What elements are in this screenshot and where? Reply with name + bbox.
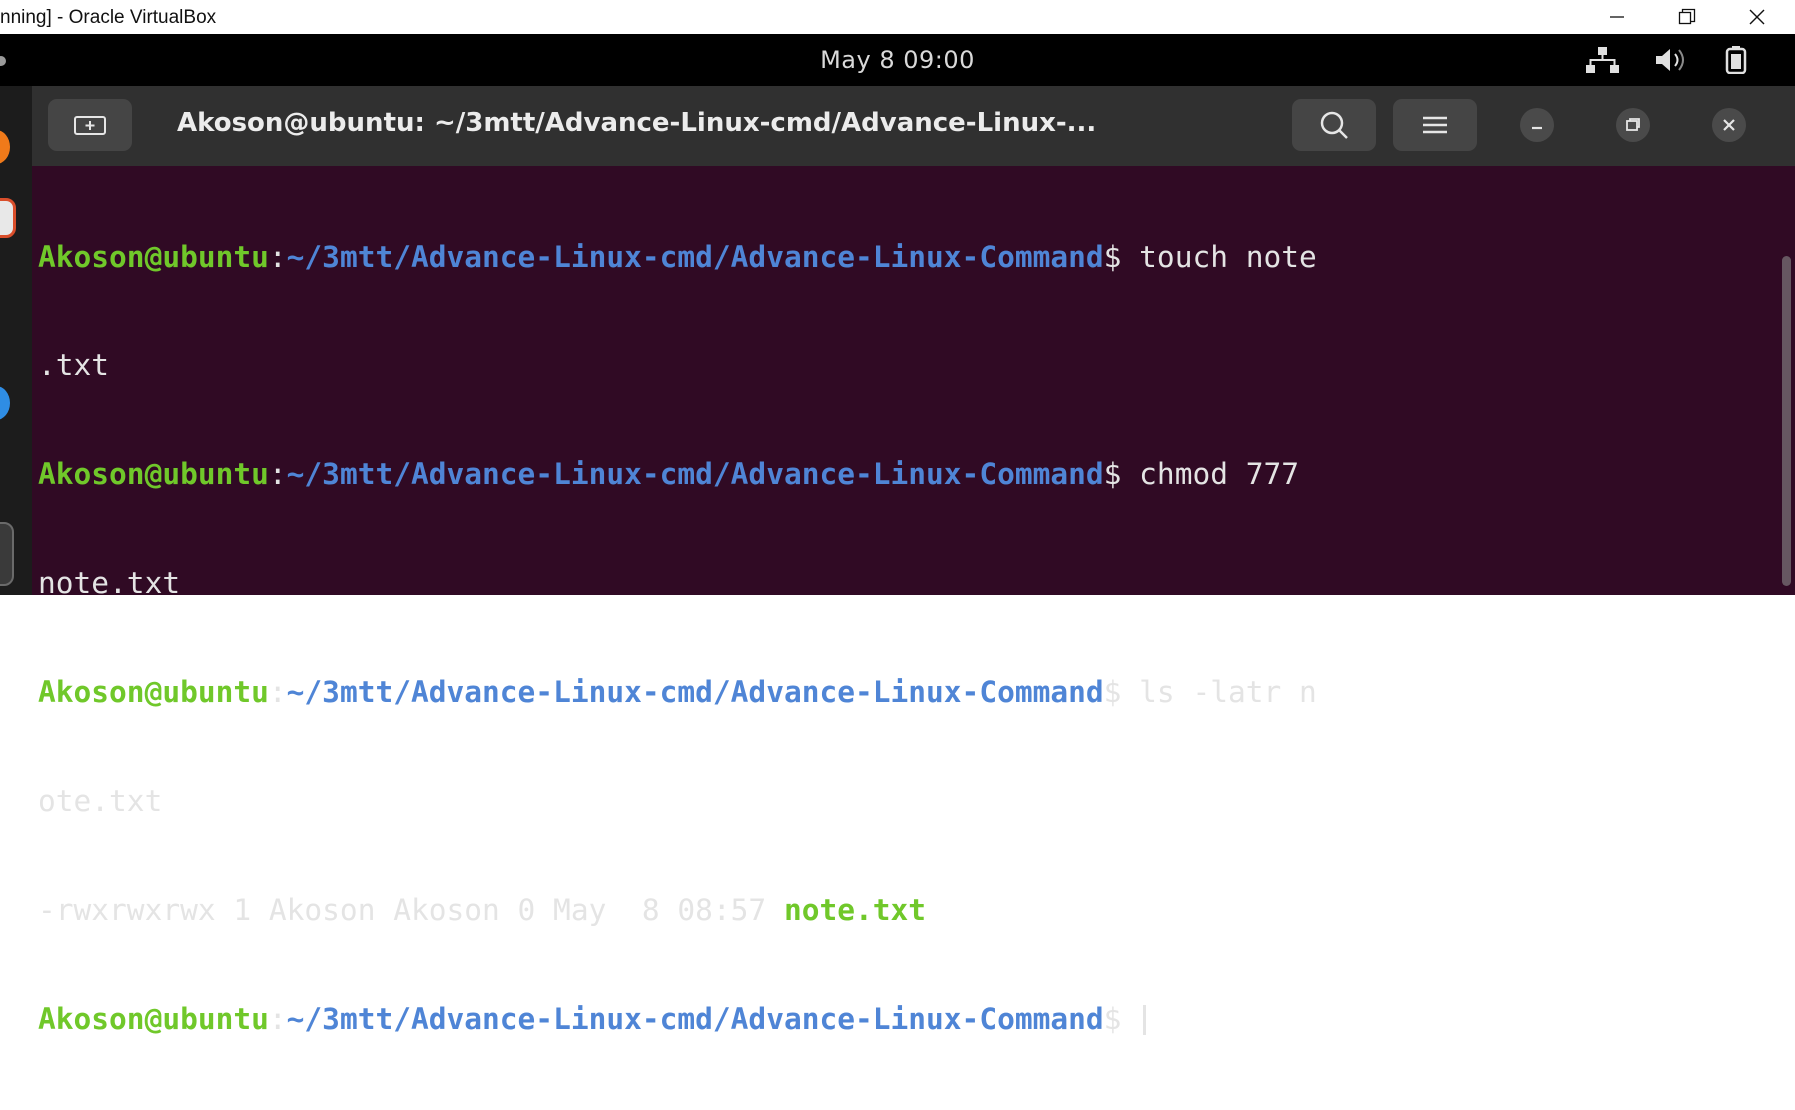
prompt-colon: : (268, 457, 287, 492)
prompt-colon: : (268, 1001, 287, 1036)
network-icon[interactable] (1583, 46, 1621, 74)
prompt-path: ~/3mtt/Advance-Linux-cmd/Advance-Linux-C… (286, 675, 1104, 710)
minimize-icon[interactable] (1520, 108, 1554, 142)
close-icon[interactable] (1712, 108, 1746, 142)
command-text (1121, 1002, 1139, 1036)
file-name: note.txt (783, 892, 927, 927)
restore-icon[interactable] (1659, 0, 1715, 34)
prompt-user: Akoson@ubuntu (38, 457, 269, 492)
prompt-path: ~/3mtt/Advance-Linux-cmd/Advance-Linux-C… (286, 239, 1104, 274)
search-icon[interactable] (1292, 99, 1376, 151)
prompt-path: ~/3mtt/Advance-Linux-cmd/Advance-Linux-C… (286, 457, 1104, 492)
scrollbar[interactable] (1782, 256, 1791, 586)
terminal-line: ote.txt (38, 783, 1778, 819)
new-tab-icon[interactable] (48, 99, 132, 151)
output-text: -rwxrwxrwx 1 Akoson Akoson 0 May 8 08:57 (38, 892, 784, 927)
prompt-colon: : (268, 239, 287, 274)
terminal-output[interactable]: Akoson@ubuntu:~/3mtt/Advance-Linux-cmd/A… (32, 166, 1795, 1036)
close-icon[interactable] (1729, 0, 1785, 34)
command-text: ls -latr n (1121, 675, 1317, 710)
output-text: ote.txt (38, 784, 163, 819)
volume-icon[interactable] (1653, 46, 1691, 74)
prompt-dollar: $ (1103, 675, 1122, 710)
terminal-window: Akoson@ubuntu: ~/3mtt/Advance-Linux-cmd/… (32, 86, 1795, 1036)
host-window-title: nning] - Oracle VirtualBox (0, 7, 217, 28)
output-text: .txt (38, 348, 110, 383)
terminal-line: Akoson@ubuntu:~/3mtt/Advance-Linux-cmd/A… (38, 239, 1778, 275)
hamburger-menu-icon[interactable] (1393, 99, 1477, 151)
maximize-icon[interactable] (1616, 108, 1650, 142)
terminal-line: .txt (38, 347, 1778, 383)
terminal-line: note.txt (38, 565, 1778, 601)
terminal-line: Akoson@ubuntu:~/3mtt/Advance-Linux-cmd/A… (38, 674, 1778, 710)
prompt-colon: : (268, 675, 287, 710)
terminal-title: Akoson@ubuntu: ~/3mtt/Advance-Linux-cmd/… (177, 108, 1097, 138)
thunderbird-icon[interactable] (0, 386, 10, 420)
files-icon[interactable] (0, 198, 16, 238)
text-cursor (1143, 1005, 1147, 1036)
prompt-user: Akoson@ubuntu (38, 1001, 269, 1036)
apps-icon[interactable] (0, 522, 14, 586)
minimize-icon[interactable] (1589, 0, 1645, 34)
prompt-user: Akoson@ubuntu (38, 239, 269, 274)
command-text: touch note (1121, 239, 1317, 274)
prompt-path: ~/3mtt/Advance-Linux-cmd/Advance-Linux-C… (286, 1001, 1104, 1036)
host-window-titlebar: nning] - Oracle VirtualBox (0, 0, 1795, 34)
prompt-dollar: $ (1103, 239, 1122, 274)
terminal-line: Akoson@ubuntu:~/3mtt/Advance-Linux-cmd/A… (38, 1001, 1778, 1037)
terminal-line: Akoson@ubuntu:~/3mtt/Advance-Linux-cmd/A… (38, 456, 1778, 492)
prompt-dollar: $ (1103, 1001, 1122, 1036)
terminal-lines: Akoson@ubuntu:~/3mtt/Advance-Linux-cmd/A… (38, 166, 1778, 1110)
dock (0, 86, 32, 595)
terminal-line: -rwxrwxrwx 1 Akoson Akoson 0 May 8 08:57… (38, 892, 1778, 928)
output-text: note.txt (38, 566, 181, 601)
command-text: chmod 777 (1121, 457, 1317, 492)
clock[interactable]: May 8 09:00 (0, 46, 1795, 74)
prompt-user: Akoson@ubuntu (38, 675, 269, 710)
ubuntu-top-bar: May 8 09:00 (0, 34, 1795, 86)
battery-icon[interactable] (1723, 46, 1751, 75)
terminal-headerbar: Akoson@ubuntu: ~/3mtt/Advance-Linux-cmd/… (32, 86, 1795, 166)
prompt-dollar: $ (1103, 457, 1122, 492)
firefox-icon[interactable] (0, 130, 10, 164)
